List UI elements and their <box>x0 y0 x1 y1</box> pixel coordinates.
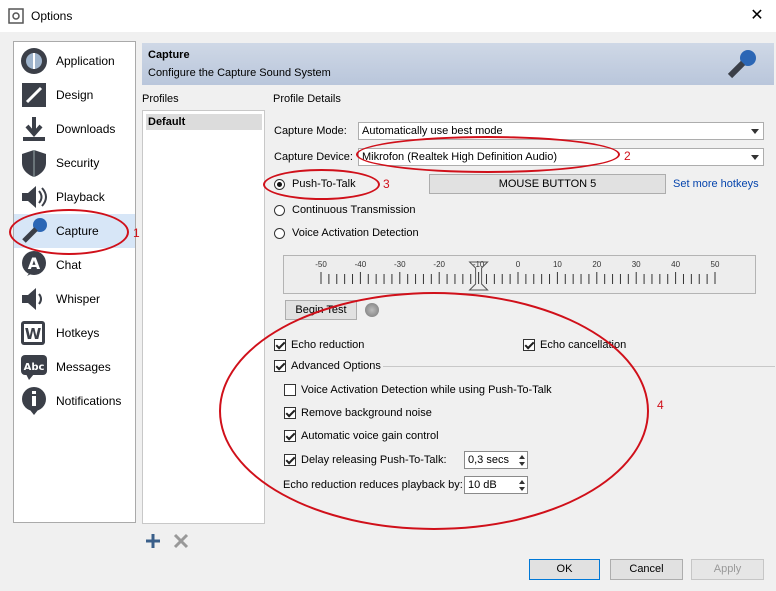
profiles-label: Profiles <box>142 93 179 105</box>
sidebar-item-security[interactable]: Security <box>14 146 135 180</box>
design-icon <box>22 83 46 107</box>
sidebar-item-label: Application <box>56 54 115 68</box>
annotation-number-4: 4 <box>657 398 664 412</box>
profile-details-label: Profile Details <box>273 93 341 105</box>
ok-button[interactable]: OK <box>529 559 600 580</box>
svg-text:A: A <box>28 254 41 273</box>
whisper-icon <box>22 288 42 310</box>
meter-tick-label: 0 <box>516 260 521 269</box>
sidebar-item-label: Chat <box>56 258 82 272</box>
title-bar <box>0 0 776 32</box>
cancel-button[interactable]: Cancel <box>610 559 683 580</box>
sidebar-item-label: Hotkeys <box>56 326 100 340</box>
playback-icon <box>22 186 47 208</box>
meter-tick-label: 10 <box>553 260 562 269</box>
downloads-icon <box>23 117 45 141</box>
sidebar-item-label: Design <box>56 88 94 102</box>
remove-profile-icon[interactable] <box>171 531 191 551</box>
annotation-ellipse-4 <box>219 292 649 530</box>
hotkey-button[interactable]: MOUSE BUTTON 5 <box>429 174 666 194</box>
sidebar-item-label: Playback <box>56 190 105 204</box>
annotation-ellipse-1 <box>9 209 129 255</box>
chat-icon: A <box>22 251 46 276</box>
sidebar-item-label: Whisper <box>56 292 101 306</box>
voice-activation-radio[interactable] <box>274 228 285 239</box>
annotation-ellipse-3 <box>263 169 380 200</box>
meter-tick-label: 30 <box>632 260 641 269</box>
sidebar: Application Design Downloads Security Pl… <box>13 41 136 523</box>
notifications-icon <box>22 387 46 415</box>
continuous-transmission-label: Continuous Transmission <box>292 204 416 216</box>
options-gear-icon <box>8 8 24 24</box>
voice-activation-label: Voice Activation Detection <box>292 227 419 239</box>
annotation-number-3: 3 <box>383 177 390 191</box>
svg-text:Abc: Abc <box>24 362 45 373</box>
security-icon <box>22 150 46 177</box>
sidebar-item-label: Notifications <box>56 394 122 408</box>
annotation-number-2: 2 <box>624 149 631 163</box>
level-meter-scale: -50 -40 -30 -20 -10 0 10 20 30 40 50 <box>315 260 720 291</box>
section-title: Capture <box>148 49 190 61</box>
profile-item-default[interactable]: Default <box>146 114 262 130</box>
chevron-down-icon <box>751 129 759 134</box>
capture-device-label: Capture Device: <box>274 151 353 163</box>
meter-tick-label: -50 <box>315 260 327 269</box>
section-subtitle: Configure the Capture Sound System <box>148 67 331 79</box>
meter-tick-label: -30 <box>394 260 406 269</box>
microphone-icon <box>727 50 756 79</box>
sidebar-item-notifications[interactable]: Notifications <box>14 384 135 418</box>
window-title: Options <box>31 9 73 23</box>
sidebar-item-whisper[interactable]: Whisper <box>14 282 135 316</box>
sidebar-item-label: Security <box>56 156 100 170</box>
sidebar-item-hotkeys[interactable]: W Hotkeys <box>14 316 135 350</box>
sidebar-item-application[interactable]: Application <box>14 44 135 78</box>
sidebar-item-label: Messages <box>56 360 111 374</box>
set-more-hotkeys-link[interactable]: Set more hotkeys <box>673 178 759 190</box>
meter-tick-label: 40 <box>671 260 680 269</box>
level-meter[interactable]: -50 -40 -30 -20 -10 0 10 20 30 40 50 <box>283 255 756 294</box>
annotation-number-1: 1 <box>133 226 140 240</box>
messages-icon: Abc <box>21 355 47 380</box>
annotation-ellipse-2 <box>356 136 620 173</box>
sidebar-item-messages[interactable]: Abc Messages <box>14 350 135 384</box>
close-button[interactable]: ✕ <box>744 4 770 28</box>
apply-button[interactable]: Apply <box>691 559 764 580</box>
add-profile-icon[interactable] <box>143 531 163 551</box>
chevron-down-icon <box>751 155 759 160</box>
svg-text:W: W <box>25 325 42 343</box>
meter-tick-label: 20 <box>592 260 601 269</box>
sidebar-item-design[interactable]: Design <box>14 78 135 112</box>
application-icon <box>21 48 47 74</box>
sidebar-item-label: Downloads <box>56 122 116 136</box>
continuous-transmission-radio[interactable] <box>274 205 285 216</box>
meter-tick-label: -40 <box>355 260 367 269</box>
meter-tick-label: 50 <box>711 260 720 269</box>
hotkeys-icon: W <box>21 321 45 345</box>
sidebar-item-downloads[interactable]: Downloads <box>14 112 135 146</box>
meter-tick-label: -20 <box>433 260 445 269</box>
capture-mode-label: Capture Mode: <box>274 125 347 137</box>
capture-mode-select[interactable]: Automatically use best mode <box>358 122 764 140</box>
